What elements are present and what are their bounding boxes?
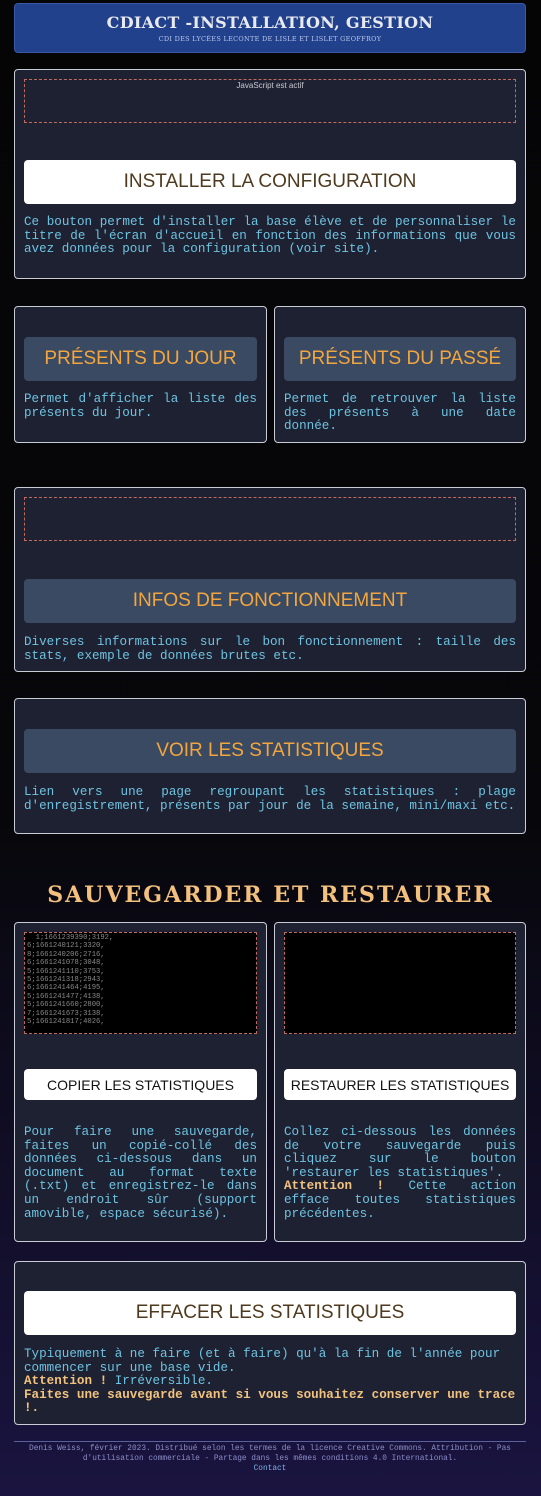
install-message-area: JavaScript est actif bbox=[24, 79, 516, 123]
restore-warning-label: Attention ! bbox=[284, 1179, 385, 1194]
infos-fonctionnement-button[interactable]: INFOS DE FONCTIONNEMENT bbox=[24, 579, 516, 623]
install-description: Ce bouton permet d'installer la base élè… bbox=[24, 215, 516, 257]
install-config-button[interactable]: INSTALLER LA CONFIGURATION bbox=[24, 160, 516, 204]
restore-card: RESTAURER LES STATISTIQUES Collez ci-des… bbox=[274, 922, 526, 1242]
presents-passe-button[interactable]: PRÉSENTS DU PASSÉ bbox=[284, 337, 516, 381]
page-title: CDIACT -INSTALLATION, GESTION bbox=[106, 13, 434, 32]
restore-data-textarea[interactable] bbox=[284, 932, 516, 1034]
presents-passe-description: Permet de retrouver la liste des présent… bbox=[284, 392, 516, 434]
copy-card: 1;1661239390;3192, 6;1661240121;3320, 8;… bbox=[14, 922, 267, 1242]
erase-card: EFFACER LES STATISTIQUES Typiquement à n… bbox=[14, 1261, 526, 1425]
stats-data-textarea[interactable]: 1;1661239390;3192, 6;1661240121;3320, 8;… bbox=[24, 932, 257, 1034]
erase-stats-button[interactable]: EFFACER LES STATISTIQUES bbox=[24, 1291, 516, 1335]
erase-warning-text: Irréversible. bbox=[107, 1374, 213, 1389]
copy-description: Pour faire une sauvegarde, faites un cop… bbox=[24, 1125, 257, 1221]
presents-jour-button[interactable]: PRÉSENTS DU JOUR bbox=[24, 337, 257, 381]
page-footer: Denis Weiss, février 2023. Distribué sel… bbox=[14, 1441, 526, 1474]
voir-statistiques-button[interactable]: VOIR LES STATISTIQUES bbox=[24, 729, 516, 773]
stats-description: Lien vers une page regroupant les statis… bbox=[24, 785, 516, 813]
install-card: JavaScript est actif INSTALLER LA CONFIG… bbox=[14, 69, 526, 279]
backup-section-title: SAUVEGARDER ET RESTAURER bbox=[47, 882, 494, 908]
erase-advice: Faites une sauvegarde avant si vous souh… bbox=[24, 1387, 516, 1416]
erase-warning-label: Attention ! bbox=[24, 1374, 108, 1389]
infos-description: Diverses informations sur le bon fonctio… bbox=[24, 635, 516, 663]
presents-passe-card: PRÉSENTS DU PASSÉ Permet de retrouver la… bbox=[274, 306, 526, 443]
js-status-text: JavaScript est actif bbox=[236, 81, 304, 90]
restore-description: Collez ci-dessous les données de votre s… bbox=[284, 1125, 516, 1221]
page-header: CDIACT -INSTALLATION, GESTION CDI DES LY… bbox=[14, 3, 526, 53]
infos-card: INFOS DE FONCTIONNEMENT Diverses informa… bbox=[14, 487, 526, 672]
restore-instructions: Collez ci-dessous les données de votre s… bbox=[284, 1125, 516, 1180]
footer-license-text: Denis Weiss, février 2023. Distribué sel… bbox=[29, 1445, 511, 1463]
presents-jour-card: PRÉSENTS DU JOUR Permet d'afficher la li… bbox=[14, 306, 267, 443]
page-subtitle: CDI DES LYCÉES LECONTE DE LISLE ET LISLE… bbox=[158, 35, 382, 43]
copy-stats-button[interactable]: COPIER LES STATISTIQUES bbox=[24, 1069, 257, 1100]
erase-description: Typiquement à ne faire (et à faire) qu'à… bbox=[24, 1347, 516, 1416]
erase-instructions: Typiquement à ne faire (et à faire) qu'à… bbox=[24, 1347, 501, 1375]
presents-jour-description: Permet d'afficher la liste des présents … bbox=[24, 392, 257, 420]
infos-message-area bbox=[24, 497, 516, 541]
contact-link[interactable]: Contact bbox=[254, 1465, 287, 1473]
stats-card: VOIR LES STATISTIQUES Lien vers une page… bbox=[14, 698, 526, 834]
restore-stats-button[interactable]: RESTAURER LES STATISTIQUES bbox=[284, 1069, 516, 1100]
